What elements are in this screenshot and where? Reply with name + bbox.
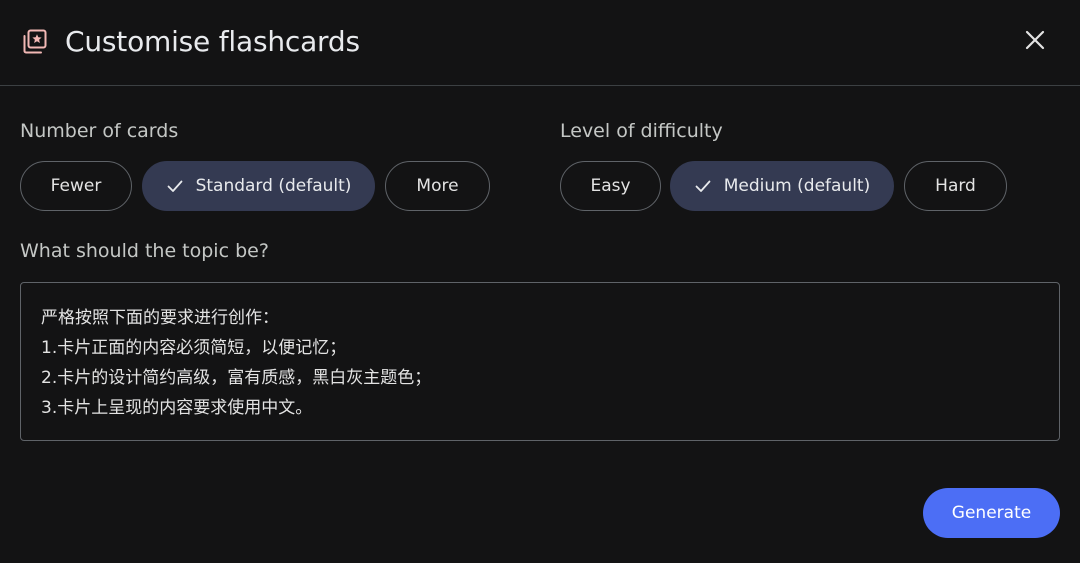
chip-label: Standard (default) — [195, 176, 352, 196]
chip-medium[interactable]: Medium (default) — [670, 161, 894, 211]
chip-hard[interactable]: Hard — [904, 161, 1007, 211]
topic-textarea[interactable]: 严格按照下面的要求进行创作： 1.卡片正面的内容必须简短，以便记忆； 2.卡片的… — [20, 282, 1060, 441]
chip-label: Easy — [590, 176, 631, 196]
chip-label: Medium (default) — [723, 176, 871, 196]
chip-label: Fewer — [50, 176, 102, 196]
topic-text-line: 严格按照下面的要求进行创作： — [41, 308, 279, 328]
customise-flashcards-dialog: Customise flashcards Number of cards Few… — [0, 0, 1080, 563]
chip-label: More — [416, 176, 459, 196]
close-button[interactable] — [1016, 23, 1054, 61]
chip-more[interactable]: More — [385, 161, 490, 211]
dialog-title: Customise flashcards — [65, 25, 360, 58]
chip-fewer[interactable]: Fewer — [20, 161, 132, 211]
number-of-cards-label: Number of cards — [20, 120, 179, 142]
generate-button[interactable]: Generate — [923, 488, 1060, 538]
difficulty-label: Level of difficulty — [560, 120, 723, 142]
chip-easy[interactable]: Easy — [560, 161, 661, 211]
topic-text-line: 3.卡片上呈现的内容要求使用中文。 — [41, 398, 313, 418]
close-icon — [1025, 30, 1045, 54]
chip-label: Hard — [935, 176, 976, 196]
check-icon — [166, 177, 184, 195]
check-icon — [694, 177, 712, 195]
flashcards-icon — [22, 29, 48, 55]
topic-text-line: 1.卡片正面的内容必须简短，以便记忆； — [41, 338, 347, 358]
chip-standard[interactable]: Standard (default) — [142, 161, 375, 211]
topic-label: What should the topic be? — [20, 240, 269, 262]
topic-text-line: 2.卡片的设计简约高级，富有质感，黑白灰主题色； — [41, 368, 432, 388]
dialog-header: Customise flashcards — [0, 0, 1080, 86]
